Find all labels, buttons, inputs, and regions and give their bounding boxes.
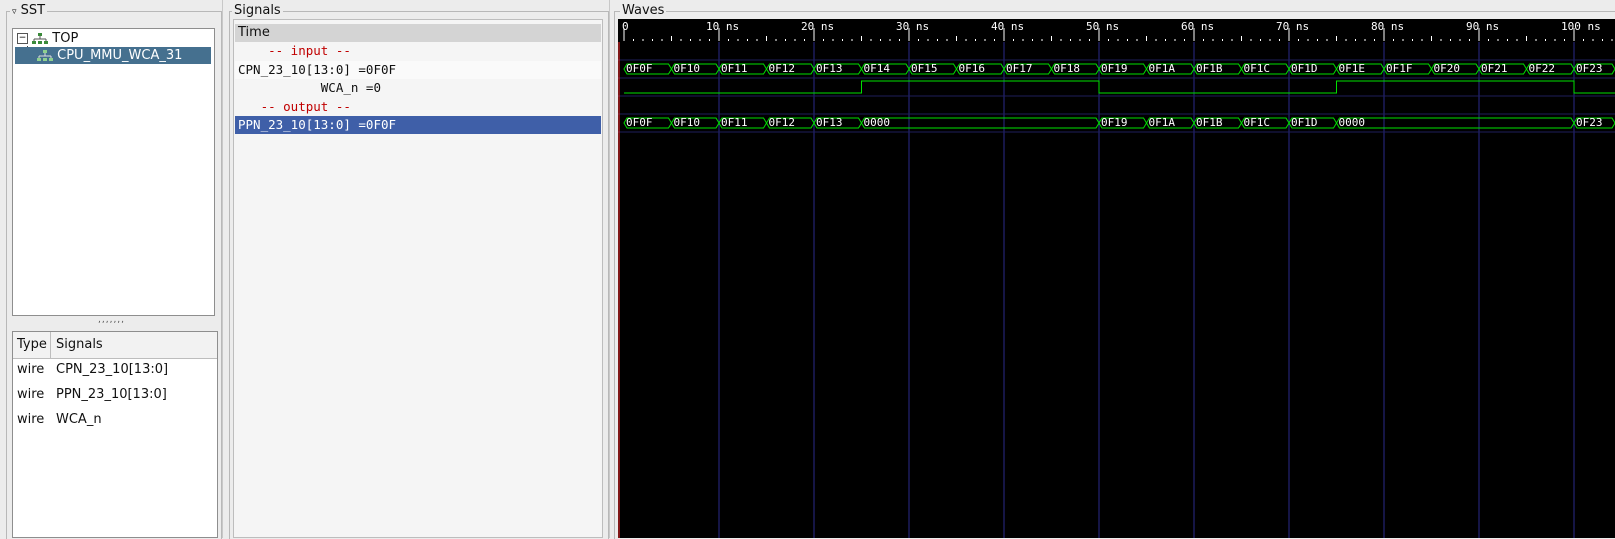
cpn-bus-value: 0F14 xyxy=(864,62,891,75)
ruler-tick-label: 10 ns xyxy=(706,20,739,33)
ppn-bus-segment xyxy=(860,117,1100,129)
cpn-bus-value: 0F0F xyxy=(626,62,653,75)
cpn-bus-value: 0F23 xyxy=(1576,62,1603,75)
ruler-tick-label: 20 ns xyxy=(801,20,834,33)
ruler-tick-label: 50 ns xyxy=(1086,20,1119,33)
pane-resize-grip[interactable]: ,,,,,,, xyxy=(98,316,134,325)
cpn-bus-value: 0F1E xyxy=(1339,62,1366,75)
ruler-tick-label: 30 ns xyxy=(896,20,929,33)
cpn-bus-value: 0F13 xyxy=(816,62,843,75)
tree-item-label: CPU_MMU_WCA_31 xyxy=(57,48,183,63)
ppn-bus-value: 0F23 xyxy=(1576,116,1603,129)
waves-title: Waves xyxy=(620,3,667,18)
tree-item-top[interactable]: − TOP xyxy=(17,30,78,47)
waveform-area[interactable]: 0 10 ns 20 ns 30 ns 40 ns 50 ns 60 ns 70 ns 80 n… xyxy=(618,19,1615,538)
time-header: Time xyxy=(235,24,601,42)
ppn-bus-value: 0F10 xyxy=(674,116,701,129)
list-item[interactable]: wire WCA_n xyxy=(17,410,212,430)
list-item[interactable]: wire CPN_23_10[13:0] xyxy=(17,360,212,380)
ruler-tick-label: 60 ns xyxy=(1181,20,1214,33)
ppn-bus-value: 0F1C xyxy=(1244,116,1271,129)
signal-list-header: Type Signals xyxy=(13,332,217,359)
ruler-tick-label: 40 ns xyxy=(991,20,1024,33)
ppn-bus-value: 0F1D xyxy=(1291,116,1318,129)
signal-row-cpn[interactable]: CPN_23_10[13:0] =0F0F xyxy=(235,61,601,79)
cpn-bus-value: 0F15 xyxy=(911,62,938,75)
cpn-bus-value: 0F22 xyxy=(1529,62,1556,75)
hierarchy-icon xyxy=(37,49,53,61)
ppn-bus-value: 0F0F xyxy=(626,116,653,129)
ppn-bus-segment xyxy=(1335,117,1575,129)
collapse-node-icon[interactable]: − xyxy=(17,33,28,44)
signal-type: wire xyxy=(17,362,45,377)
cpn-bus-value: 0F19 xyxy=(1101,62,1128,75)
hierarchy-icon xyxy=(32,32,49,44)
ppn-bus-value: 0000 xyxy=(1339,116,1366,129)
cpn-bus-value: 0F1C xyxy=(1244,62,1271,75)
signal-row-wca-n[interactable]: WCA_n =0 xyxy=(235,79,601,97)
signal-row-ppn[interactable]: PPN_23_10[13:0] =0F0F xyxy=(235,116,601,134)
cpn-bus-value: 0F16 xyxy=(959,62,986,75)
cpn-bus-value: 0F18 xyxy=(1054,62,1081,75)
ppn-bus-value: 0F1B xyxy=(1196,116,1223,129)
cpn-bus-value: 0F17 xyxy=(1006,62,1033,75)
sst-title[interactable]: ▿ SST xyxy=(10,3,48,19)
wca-n-wave xyxy=(624,80,1615,94)
column-header-signals[interactable]: Signals xyxy=(52,332,103,358)
ppn-bus-value: 0F13 xyxy=(816,116,843,129)
comment-row-output[interactable]: -- output -- xyxy=(235,98,601,116)
signal-name: WCA_n xyxy=(56,412,102,427)
cpn-bus-value: 0F12 xyxy=(769,62,796,75)
column-header-type[interactable]: Type xyxy=(13,332,51,358)
ruler-tick-label: 100 ns xyxy=(1561,20,1601,33)
signals-title: Signals xyxy=(232,3,283,18)
cpn-bus-value: 0F21 xyxy=(1481,62,1508,75)
ppn-bus-value: 0000 xyxy=(864,116,891,129)
ruler-tick-label: 70 ns xyxy=(1276,20,1309,33)
signal-list[interactable]: Type Signals wire CPN_23_10[13:0] wire P… xyxy=(12,331,218,538)
cpn-bus-value: 0F1F xyxy=(1386,62,1413,75)
ppn-bus-value: 0F11 xyxy=(721,116,748,129)
ruler-tick-label: 0 xyxy=(622,20,629,33)
ppn-bus-value: 0F12 xyxy=(769,116,796,129)
tree-item-label: TOP xyxy=(52,31,79,46)
signal-names-pane[interactable]: Time -- input -- CPN_23_10[13:0] =0F0F W… xyxy=(233,19,603,538)
pane-separator[interactable] xyxy=(222,0,223,538)
hierarchy-tree[interactable]: − TOP CPU_MMU_WCA_31 xyxy=(12,28,215,316)
list-item[interactable]: wire PPN_23_10[13:0] xyxy=(17,385,212,405)
signal-type: wire xyxy=(17,412,45,427)
cpn-bus-value: 0F11 xyxy=(721,62,748,75)
collapse-triangle-icon[interactable]: ▿ xyxy=(12,7,17,17)
cpn-bus-value: 0F20 xyxy=(1434,62,1461,75)
waveform-canvas[interactable]: 0 10 ns 20 ns 30 ns 40 ns 50 ns 60 ns 70 ns 80 n… xyxy=(618,19,1615,538)
tree-item-cpu-mmu-wca-31[interactable]: CPU_MMU_WCA_31 xyxy=(15,47,211,64)
signal-name: CPN_23_10[13:0] xyxy=(56,362,169,377)
cpn-bus-value: 0F1A xyxy=(1149,62,1176,75)
sst-title-label: SST xyxy=(20,3,46,18)
ppn-bus-value: 0F1A xyxy=(1149,116,1176,129)
cpn-bus-value: 0F1B xyxy=(1196,62,1223,75)
ppn-bus-value: 0F19 xyxy=(1101,116,1128,129)
ruler-tick-label: 90 ns xyxy=(1466,20,1499,33)
pane-separator[interactable] xyxy=(609,0,610,538)
ruler-tick-label: 80 ns xyxy=(1371,20,1404,33)
signal-name: PPN_23_10[13:0] xyxy=(56,387,167,402)
comment-row-input[interactable]: -- input -- xyxy=(235,42,601,60)
signal-type: wire xyxy=(17,387,45,402)
cpn-bus-value: 0F10 xyxy=(674,62,701,75)
cpn-bus-value: 0F1D xyxy=(1291,62,1318,75)
